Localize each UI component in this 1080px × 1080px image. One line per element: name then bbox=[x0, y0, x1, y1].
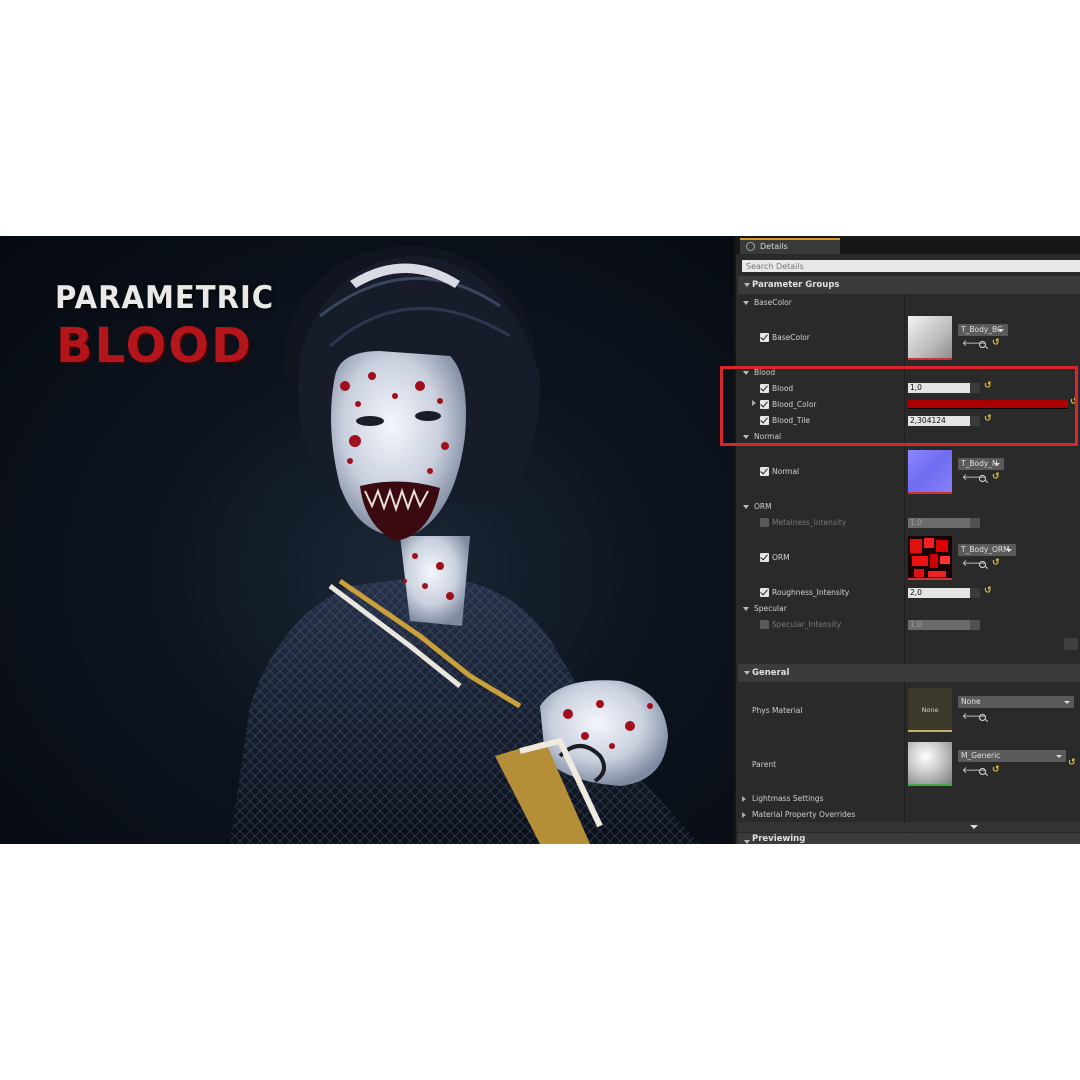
use-selected-arrow-icon[interactable]: 🡐 bbox=[962, 766, 986, 776]
reset-arrow-icon[interactable]: ↺ bbox=[1068, 758, 1076, 768]
parent-material-combo[interactable]: M_Generic bbox=[958, 750, 1066, 762]
orm-texture-combo[interactable]: T_Body_ORM bbox=[958, 544, 1016, 556]
basecolor-texture-thumbnail[interactable] bbox=[908, 316, 952, 360]
parent-material-thumbnail[interactable] bbox=[908, 742, 952, 786]
collapse-arrow-icon bbox=[743, 505, 749, 509]
roughness-checkbox[interactable] bbox=[760, 588, 769, 597]
metalness-value-field[interactable]: 1,0 bbox=[908, 518, 980, 528]
phys-material-combo[interactable]: None bbox=[958, 696, 1074, 708]
collapse-arrow-icon bbox=[744, 283, 750, 287]
browse-magnifier-icon[interactable] bbox=[979, 714, 986, 721]
tab-details-label: Details bbox=[760, 242, 788, 251]
roughness-value-field[interactable]: 2,0 bbox=[908, 588, 980, 598]
collapse-arrow-icon bbox=[744, 671, 750, 675]
title-blood: BLOOD bbox=[56, 318, 253, 374]
browse-magnifier-icon[interactable] bbox=[979, 768, 986, 775]
orm-texture-thumbnail[interactable] bbox=[908, 536, 952, 580]
metalness-checkbox[interactable] bbox=[760, 518, 769, 527]
tab-bar: Details bbox=[736, 236, 1080, 254]
blood-group-highlight-box bbox=[720, 366, 1078, 446]
orm-texture-preview bbox=[910, 538, 950, 577]
prop-label: BaseColor bbox=[772, 333, 810, 342]
specular-value-field[interactable]: 1,0 bbox=[908, 620, 980, 630]
browse-magnifier-icon[interactable] bbox=[979, 475, 986, 482]
browse-magnifier-icon[interactable] bbox=[979, 341, 986, 348]
column-divider bbox=[904, 276, 905, 844]
parent-label: Parent bbox=[752, 760, 777, 769]
use-selected-arrow-icon[interactable]: 🡐 bbox=[962, 473, 986, 483]
category-general[interactable]: General bbox=[738, 664, 1080, 682]
details-panel: Details Parameter Groups BaseColor BaseC… bbox=[734, 236, 1080, 844]
advanced-expander[interactable] bbox=[738, 822, 1080, 832]
phys-material-thumbnail[interactable]: None bbox=[908, 688, 952, 732]
row-label: Lightmass Settings bbox=[752, 794, 824, 803]
basecolor-checkbox[interactable] bbox=[760, 333, 769, 342]
normal-checkbox[interactable] bbox=[760, 467, 769, 476]
reset-arrow-icon[interactable]: ↺ bbox=[992, 472, 1000, 482]
category-label: Previewing bbox=[752, 834, 806, 844]
tab-details[interactable]: Details bbox=[740, 238, 840, 254]
group-label: BaseColor bbox=[754, 298, 792, 307]
reset-arrow-icon[interactable]: ↺ bbox=[992, 338, 1000, 348]
use-selected-arrow-icon[interactable]: 🡐 bbox=[962, 559, 986, 569]
reset-arrow-icon[interactable]: ↺ bbox=[992, 558, 1000, 568]
save-icon[interactable] bbox=[1064, 638, 1078, 650]
chevron-down-icon bbox=[970, 825, 978, 829]
use-selected-arrow-icon[interactable]: 🡐 bbox=[962, 339, 986, 349]
category-parameter-groups[interactable]: Parameter Groups bbox=[738, 276, 1080, 294]
screenshot: PARAMETRIC BLOOD Details Parameter Group… bbox=[0, 236, 1080, 844]
orm-checkbox[interactable] bbox=[760, 553, 769, 562]
category-label: General bbox=[752, 668, 790, 678]
details-icon bbox=[746, 242, 755, 251]
reset-arrow-icon[interactable]: ↺ bbox=[992, 765, 1000, 775]
collapse-arrow-icon bbox=[744, 840, 750, 844]
search-details-input[interactable] bbox=[742, 260, 1080, 272]
browse-magnifier-icon[interactable] bbox=[979, 561, 986, 568]
prop-label: Normal bbox=[772, 467, 800, 476]
specular-checkbox[interactable] bbox=[760, 620, 769, 629]
viewport-render[interactable]: PARAMETRIC BLOOD bbox=[0, 236, 734, 844]
prop-label: Roughness_Intensity bbox=[772, 588, 850, 597]
row-label: Material Property Overrides bbox=[752, 810, 856, 819]
prop-label: Metalness_Intensity bbox=[772, 518, 847, 527]
normal-texture-thumbnail[interactable] bbox=[908, 450, 952, 494]
expand-arrow-icon bbox=[742, 812, 746, 818]
phys-material-label: Phys Material bbox=[752, 706, 803, 715]
use-selected-arrow-icon[interactable]: 🡐 bbox=[962, 712, 986, 722]
prop-label: ORM bbox=[772, 553, 790, 562]
reset-arrow-icon[interactable]: ↺ bbox=[984, 586, 992, 596]
category-label: Parameter Groups bbox=[752, 280, 840, 290]
category-previewing[interactable]: Previewing bbox=[738, 833, 1080, 844]
basecolor-texture-combo[interactable]: T_Body_BC bbox=[958, 324, 1008, 336]
collapse-arrow-icon bbox=[743, 301, 749, 305]
expand-arrow-icon bbox=[742, 796, 746, 802]
normal-texture-combo[interactable]: T_Body_N bbox=[958, 458, 1004, 470]
group-label: Specular bbox=[754, 604, 787, 613]
title-parametric: PARAMETRIC bbox=[55, 280, 275, 316]
group-label: ORM bbox=[754, 502, 772, 511]
collapse-arrow-icon bbox=[743, 607, 749, 611]
prop-label: Specular_Intensity bbox=[772, 620, 842, 629]
